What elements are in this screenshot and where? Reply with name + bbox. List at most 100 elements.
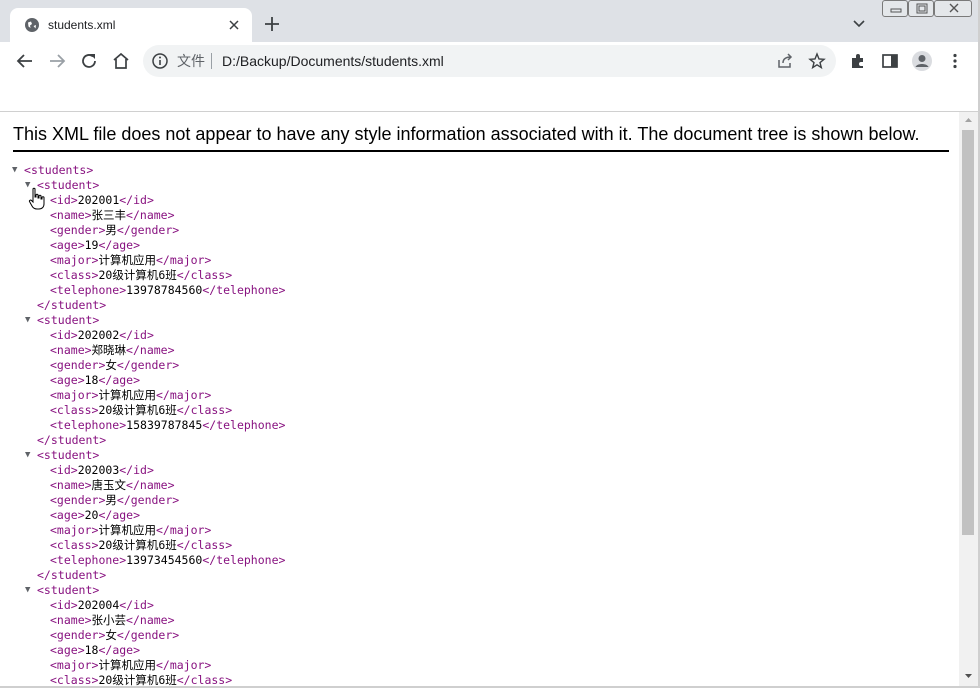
field-gender: <gender>女</gender> [12, 628, 285, 643]
tab-strip: students.xml [0, 0, 980, 42]
reload-icon[interactable] [79, 51, 99, 71]
student-open-tag: <student> [37, 313, 100, 327]
student-open: ▼ <student> [12, 178, 285, 193]
scroll-up-arrow-icon[interactable] [959, 114, 978, 126]
address-separator [211, 53, 212, 69]
student-open-tag: <student> [37, 178, 100, 192]
minimize-button[interactable] [882, 0, 908, 17]
field-id: <id>202001</id> [12, 193, 285, 208]
field-telephone: <telephone>13978784560</telephone> [12, 283, 285, 298]
hand-cursor-icon [28, 187, 45, 210]
name-open-tag: <name> [50, 208, 92, 222]
telephone-close-tag: </telephone> [202, 283, 286, 297]
class-close-tag: </class> [176, 403, 233, 417]
gender-value: 男 [105, 223, 117, 237]
class-open-tag: <class> [50, 538, 99, 552]
age-open-tag: <age> [50, 508, 85, 522]
major-open-tag: <major> [50, 253, 99, 267]
scroll-down-arrow-icon[interactable] [959, 670, 978, 682]
kebab-menu-icon[interactable] [945, 51, 965, 71]
field-major: <major>计算机应用</major> [12, 658, 285, 673]
maximize-icon [916, 3, 928, 14]
puzzle-icon[interactable] [848, 51, 868, 71]
telephone-value: 15839787845 [126, 418, 203, 432]
name-close-tag: </name> [126, 208, 175, 222]
gender-value: 女 [105, 358, 117, 372]
share-icon[interactable] [776, 52, 794, 70]
new-tab-button[interactable] [260, 12, 284, 36]
telephone-close-tag: </telephone> [202, 418, 286, 432]
field-major: <major>计算机应用</major> [12, 253, 285, 268]
address-bar[interactable]: 文件 D:/Backup/Documents/students.xml [143, 45, 836, 77]
class-value: 20级计算机6班 [98, 538, 177, 552]
id-value: 202002 [77, 328, 120, 342]
scrollbar-thumb[interactable] [962, 130, 974, 535]
field-age: <age>20</age> [12, 508, 285, 523]
info-icon[interactable] [151, 52, 169, 70]
major-value: 计算机应用 [98, 253, 156, 267]
id-open-tag: <id> [50, 598, 78, 612]
gender-open-tag: <gender> [50, 628, 106, 642]
student-open: ▼ <student> [12, 313, 285, 328]
student-close-tag: </student> [37, 298, 107, 312]
collapse-toggle-icon[interactable]: ▼ [25, 448, 35, 463]
collapse-toggle-icon[interactable]: ▼ [12, 163, 22, 178]
arrow-left-icon[interactable] [15, 51, 35, 71]
id-close-tag: </id> [119, 328, 154, 342]
student-close-tag: </student> [37, 568, 107, 582]
address-url[interactable]: D:/Backup/Documents/students.xml [222, 53, 444, 69]
window-close-button[interactable] [934, 0, 972, 17]
name-value: 郑晓琳 [91, 343, 127, 357]
name-open-tag: <name> [50, 343, 92, 357]
major-open-tag: <major> [50, 388, 99, 402]
telephone-value: 13973454560 [126, 553, 203, 567]
field-class: <class>20级计算机6班</class> [12, 538, 285, 553]
student-open: ▼ <student> [12, 448, 285, 463]
student-close: </student> [12, 433, 285, 448]
close-icon[interactable] [226, 17, 242, 33]
telephone-open-tag: <telephone> [50, 553, 127, 567]
chevron-down-icon[interactable] [850, 15, 868, 33]
class-value: 20级计算机6班 [98, 673, 177, 686]
field-age: <age>18</age> [12, 643, 285, 658]
student-open-tag: <student> [37, 583, 100, 597]
student-open-tag: <student> [37, 448, 100, 462]
class-value: 20级计算机6班 [98, 268, 177, 282]
gender-open-tag: <gender> [50, 223, 106, 237]
student-open: ▼ <student> [12, 583, 285, 598]
field-age: <age>18</age> [12, 373, 285, 388]
collapse-toggle-icon[interactable]: ▼ [25, 583, 35, 598]
field-name: <name>张小芸</name> [12, 613, 285, 628]
arrow-right-icon[interactable] [47, 51, 67, 71]
age-close-tag: </age> [98, 508, 141, 522]
age-value: 18 [84, 643, 99, 657]
gender-open-tag: <gender> [50, 493, 106, 507]
name-close-tag: </name> [126, 613, 175, 627]
field-class: <class>20级计算机6班</class> [12, 403, 285, 418]
id-open-tag: <id> [50, 463, 78, 477]
major-value: 计算机应用 [98, 658, 156, 672]
collapse-toggle-icon[interactable]: ▼ [25, 313, 35, 328]
avatar-icon[interactable] [911, 50, 933, 72]
root-open-tag: <students> [24, 163, 94, 177]
field-age: <age>19</age> [12, 238, 285, 253]
field-gender: <gender>男</gender> [12, 493, 285, 508]
id-close-tag: </id> [119, 193, 154, 207]
bookmark-star-icon[interactable] [808, 52, 826, 70]
name-value: 唐玉文 [91, 478, 127, 492]
age-open-tag: <age> [50, 373, 85, 387]
major-value: 计算机应用 [98, 388, 156, 402]
age-open-tag: <age> [50, 643, 85, 657]
major-close-tag: </major> [155, 388, 212, 402]
tab-students-xml[interactable]: students.xml [10, 8, 252, 42]
side-panel-icon[interactable] [880, 51, 900, 71]
home-icon[interactable] [111, 51, 131, 71]
address-scheme-label: 文件 [177, 53, 205, 69]
gender-close-tag: </gender> [116, 493, 180, 507]
id-value: 202003 [77, 463, 120, 477]
telephone-close-tag: </telephone> [202, 553, 286, 567]
vertical-scrollbar[interactable] [959, 112, 978, 686]
maximize-button[interactable] [908, 0, 934, 17]
field-class: <class>20级计算机6班</class> [12, 673, 285, 686]
close-icon [949, 3, 959, 13]
